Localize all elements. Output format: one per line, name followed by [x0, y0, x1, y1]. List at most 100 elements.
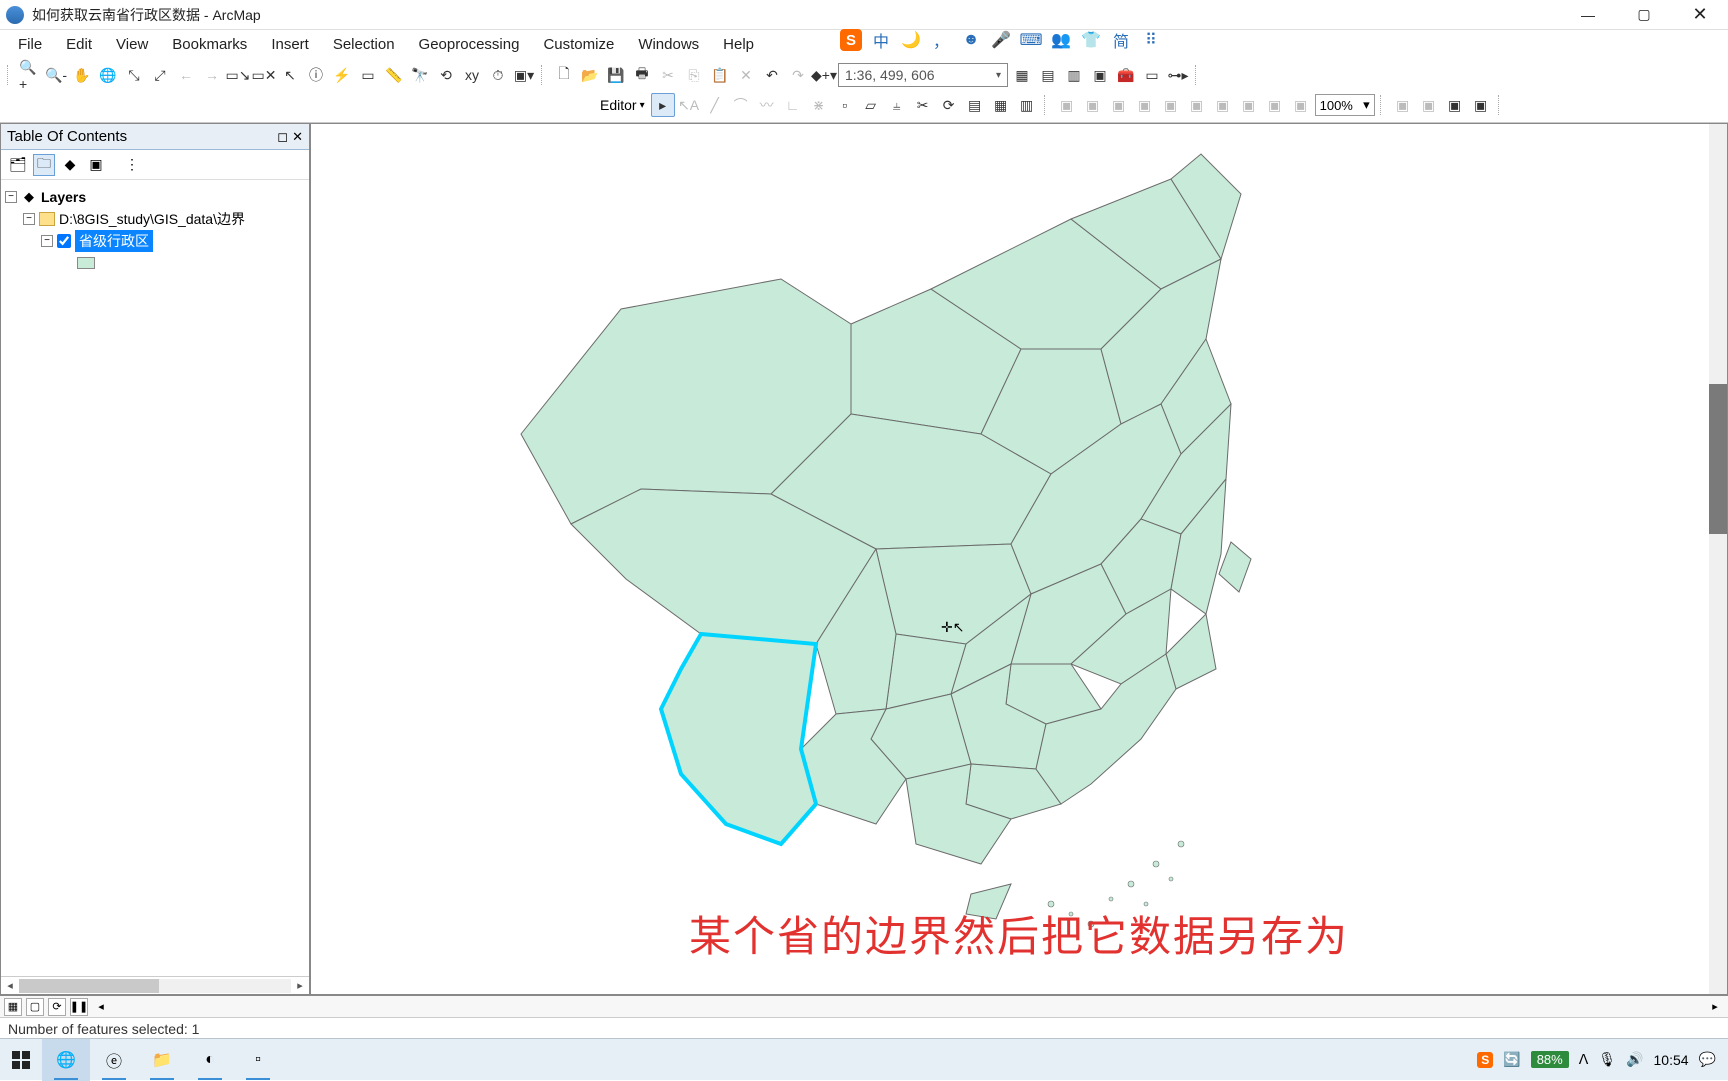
toc-h-scrollbar[interactable]: ◂ ▸	[1, 976, 309, 994]
select-features-icon[interactable]: ▭↘	[226, 63, 250, 87]
hyperlink-icon[interactable]: ⚡	[330, 63, 354, 87]
maximize-button[interactable]: ▢	[1616, 0, 1672, 30]
ime-people-icon[interactable]: 👥	[1050, 29, 1072, 51]
menu-insert[interactable]: Insert	[259, 33, 321, 56]
editor-menu[interactable]: Editor ▾	[596, 97, 649, 113]
scroll-left-icon[interactable]: ◂	[92, 1000, 110, 1013]
arctoolbox-icon[interactable]: 🧰	[1114, 63, 1138, 87]
map-scale-input[interactable]: 1:36, 499, 606 ▾	[838, 63, 1008, 87]
tree-layer-item[interactable]: − 省级行政区	[41, 230, 305, 252]
save-icon[interactable]: 💾	[604, 63, 628, 87]
menu-selection[interactable]: Selection	[321, 33, 407, 56]
taskbar-explorer[interactable]: 📁	[138, 1039, 186, 1081]
endpoint-arc-icon[interactable]: ⌒	[729, 93, 753, 117]
scroll-right-icon[interactable]: ▸	[1706, 1000, 1724, 1013]
tray-mic-icon[interactable]: 🎙	[1598, 1051, 1616, 1068]
pan-icon[interactable]: ✋	[70, 63, 94, 87]
trace-icon[interactable]: 〰	[755, 93, 779, 117]
goto-xy-icon[interactable]: xy	[460, 63, 484, 87]
georef-3-icon[interactable]: ▣	[1107, 93, 1131, 117]
layout-3-icon[interactable]: ▣	[1443, 93, 1467, 117]
ime-menu-icon[interactable]: ⠿	[1140, 29, 1162, 51]
ime-keyboard-icon[interactable]: ⌨	[1020, 29, 1042, 51]
attributes-icon[interactable]: ▤	[963, 93, 987, 117]
point-icon[interactable]: ▫	[833, 93, 857, 117]
tray-clock[interactable]: 10:54	[1654, 1052, 1689, 1068]
ime-toolbar[interactable]: S 中 🌙 ， ☻ 🎤 ⌨ 👥 👕 简 ⠿	[840, 24, 1162, 56]
collapse-icon[interactable]: −	[5, 191, 17, 203]
chevron-down-icon[interactable]: ▾	[996, 70, 1001, 81]
toc-icon[interactable]: ▤	[1036, 63, 1060, 87]
cut-polygons-icon[interactable]: ✂	[911, 93, 935, 117]
ime-moon-icon[interactable]: 🌙	[900, 29, 922, 51]
map-canvas[interactable]	[311, 124, 1711, 974]
georef-8-icon[interactable]: ▣	[1237, 93, 1261, 117]
ime-cn-icon[interactable]: 中	[870, 29, 892, 51]
georef-10-icon[interactable]: ▣	[1289, 93, 1313, 117]
layout-zoom-input[interactable]: 100% ▾	[1315, 94, 1375, 116]
toolbar-grip[interactable]	[1044, 95, 1050, 115]
data-view-button[interactable]: ▦	[4, 998, 22, 1016]
create-features-icon[interactable]: ▥	[1015, 93, 1039, 117]
sogou-logo-icon[interactable]: S	[840, 29, 862, 51]
minimize-button[interactable]: —	[1560, 0, 1616, 30]
ime-skin-icon[interactable]: 👕	[1080, 29, 1102, 51]
pause-drawing-button[interactable]: ❚❚	[70, 998, 88, 1016]
layout-view-button[interactable]: ▢	[26, 998, 44, 1016]
ime-mic-icon[interactable]: 🎤	[990, 29, 1012, 51]
battery-indicator[interactable]: 88%	[1531, 1051, 1569, 1068]
forward-extent-icon[interactable]: →	[200, 63, 224, 87]
zoom-in-icon[interactable]: 🔍+	[18, 63, 42, 87]
georef-7-icon[interactable]: ▣	[1211, 93, 1235, 117]
toolbar-grip[interactable]	[1498, 95, 1504, 115]
menu-file[interactable]: File	[6, 33, 54, 56]
layout-2-icon[interactable]: ▣	[1417, 93, 1441, 117]
toolbar-grip[interactable]	[7, 65, 13, 85]
close-button[interactable]: ✕	[1672, 0, 1728, 30]
edit-annotation-icon[interactable]: ↖A	[677, 93, 701, 117]
undo-icon[interactable]: ↶	[760, 63, 784, 87]
menu-bookmarks[interactable]: Bookmarks	[160, 33, 259, 56]
html-popup-icon[interactable]: ▭	[356, 63, 380, 87]
georef-5-icon[interactable]: ▣	[1159, 93, 1183, 117]
toc-pin-icon[interactable]: ◻	[277, 129, 288, 145]
tray-speaker-icon[interactable]: 🔊	[1626, 1051, 1643, 1068]
georef-9-icon[interactable]: ▣	[1263, 93, 1287, 117]
menu-view[interactable]: View	[104, 33, 160, 56]
layer-name-label[interactable]: 省级行政区	[75, 230, 153, 252]
search-window-icon[interactable]: ▣	[1088, 63, 1112, 87]
layout-1-icon[interactable]: ▣	[1391, 93, 1415, 117]
scroll-thumb[interactable]	[19, 979, 159, 993]
tree-layers-root[interactable]: − ◆ Layers	[5, 186, 305, 208]
ime-emoji-icon[interactable]: ☻	[960, 29, 982, 51]
back-extent-icon[interactable]: ←	[174, 63, 198, 87]
rotate-icon[interactable]: ⟳	[937, 93, 961, 117]
right-angle-icon[interactable]: ∟	[781, 93, 805, 117]
georef-6-icon[interactable]: ▣	[1185, 93, 1209, 117]
list-by-selection-icon[interactable]: ▣	[85, 154, 107, 176]
tree-data-source[interactable]: − D:\8GIS_study\GIS_data\边界	[23, 208, 305, 230]
sketch-properties-icon[interactable]: ▦	[989, 93, 1013, 117]
delete-icon[interactable]: ✕	[734, 63, 758, 87]
scroll-left-icon[interactable]: ◂	[1, 979, 19, 992]
open-doc-icon[interactable]: 📂	[578, 63, 602, 87]
tray-notification-icon[interactable]: 💬	[1699, 1051, 1716, 1068]
editor-toolbar-icon[interactable]: ▦	[1010, 63, 1034, 87]
georef-2-icon[interactable]: ▣	[1081, 93, 1105, 117]
georef-4-icon[interactable]: ▣	[1133, 93, 1157, 117]
map-v-scrollbar[interactable]	[1709, 124, 1727, 994]
menu-help[interactable]: Help	[711, 33, 766, 56]
start-button[interactable]	[0, 1039, 42, 1081]
taskbar-app-1[interactable]: ◐	[186, 1039, 234, 1081]
toc-close-icon[interactable]: ✕	[292, 129, 303, 145]
viewer-window-icon[interactable]: ▣▾	[512, 63, 536, 87]
ime-punct-icon[interactable]: ，	[930, 29, 952, 51]
layer-visibility-checkbox[interactable]	[57, 234, 71, 248]
taskbar-arcmap[interactable]: 🌐	[42, 1039, 90, 1081]
copy-icon[interactable]: ⎘	[682, 63, 706, 87]
georef-1-icon[interactable]: ▣	[1055, 93, 1079, 117]
toc-header[interactable]: Table Of Contents ◻ ✕	[1, 124, 309, 150]
find-route-icon[interactable]: ⟲	[434, 63, 458, 87]
tray-sync-icon[interactable]: 🔄	[1503, 1051, 1520, 1068]
catalog-icon[interactable]: ▥	[1062, 63, 1086, 87]
